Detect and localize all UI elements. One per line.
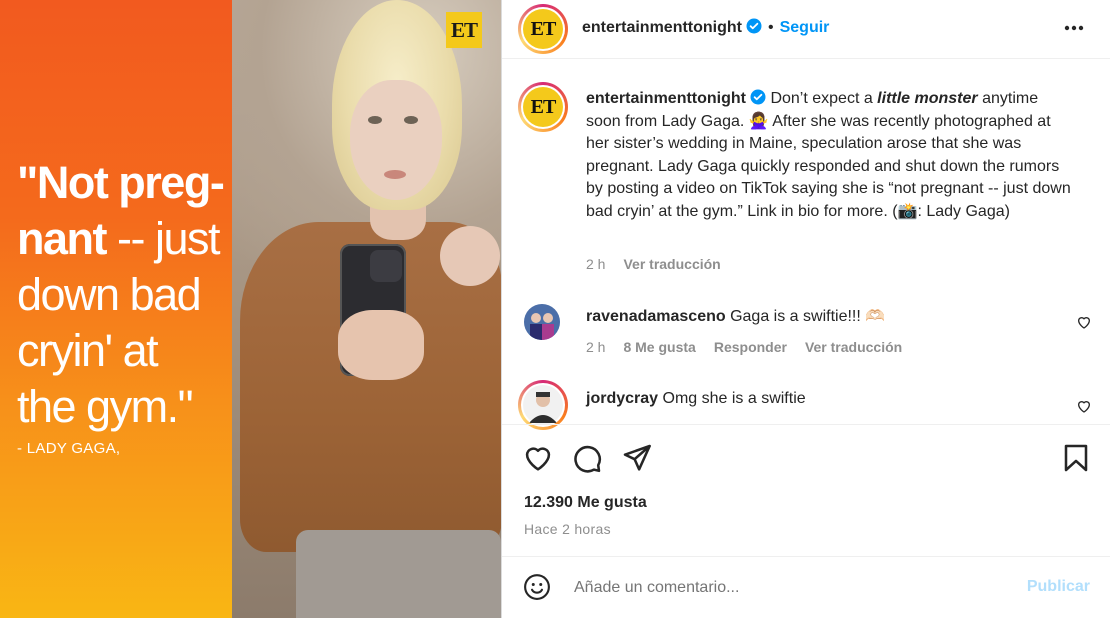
comment-like-heart-icon[interactable] bbox=[1076, 314, 1092, 330]
caption-time[interactable]: 2 h bbox=[586, 256, 605, 272]
comment-item: jordycray Omg she is a swiftie bbox=[586, 390, 806, 408]
publish-button[interactable]: Publicar bbox=[1027, 578, 1090, 596]
comment-icon[interactable] bbox=[571, 442, 603, 474]
photo-face bbox=[350, 80, 442, 200]
quote-attribution: - LADY GAGA, bbox=[17, 440, 121, 457]
comment-username[interactable]: ravenadamasceno bbox=[586, 308, 726, 325]
commenter-avatar-story[interactable] bbox=[518, 380, 568, 430]
photo-hand bbox=[338, 310, 424, 380]
post-timestamp[interactable]: Hace 2 horas bbox=[524, 521, 611, 537]
comment-meta: 2 h 8 Me gusta Responder Ver traducción bbox=[586, 339, 920, 355]
photo-shoulder bbox=[440, 226, 500, 286]
comment-reply-button[interactable]: Responder bbox=[714, 339, 787, 355]
header-separator: • bbox=[768, 19, 774, 36]
comment-text: Gaga is a swiftie!!! 🫶🏻 bbox=[725, 308, 886, 325]
verified-badge-icon bbox=[750, 89, 766, 105]
comment-time[interactable]: 2 h bbox=[586, 339, 605, 355]
author-username[interactable]: entertainmenttonight bbox=[582, 19, 742, 36]
smiley-icon[interactable] bbox=[522, 572, 552, 602]
paper-plane-icon[interactable] bbox=[621, 442, 653, 474]
comment-username[interactable]: jordycray bbox=[586, 390, 658, 407]
photo-shorts bbox=[296, 530, 501, 618]
quote-text: "Not preg- nant -- just down bad cryin' … bbox=[17, 157, 225, 432]
follow-button[interactable]: Seguir bbox=[780, 19, 830, 36]
post-panel: ET entertainmenttonight • Seguir ET entert… bbox=[501, 0, 1110, 618]
post-caption: entertainmenttonight Don’t expect a litt… bbox=[586, 89, 1071, 220]
add-comment-input[interactable] bbox=[572, 578, 1006, 598]
comment-translate-link[interactable]: Ver traducción bbox=[805, 339, 902, 355]
comment-likes[interactable]: 8 Me gusta bbox=[623, 339, 695, 355]
caption-translate-link[interactable]: Ver traducción bbox=[623, 256, 720, 272]
likes-count[interactable]: 12.390 Me gusta bbox=[524, 494, 647, 512]
more-options-icon[interactable] bbox=[1064, 25, 1084, 31]
composer-divider bbox=[502, 556, 1110, 557]
header-divider bbox=[502, 58, 1110, 59]
photo-lips bbox=[384, 170, 406, 179]
heart-icon[interactable] bbox=[522, 442, 554, 474]
bookmark-icon[interactable] bbox=[1060, 442, 1092, 474]
comments-divider bbox=[502, 424, 1110, 425]
caption-meta: 2 h Ver traducción bbox=[586, 256, 739, 272]
comment-like-heart-icon[interactable] bbox=[1076, 398, 1092, 414]
caption-avatar[interactable]: ET bbox=[518, 82, 568, 132]
comment-text: Omg she is a swiftie bbox=[658, 390, 806, 407]
et-logo-badge: ET bbox=[446, 12, 482, 48]
author-avatar[interactable]: ET bbox=[518, 4, 568, 54]
avatar-photo bbox=[524, 304, 560, 340]
verified-badge-icon bbox=[746, 18, 762, 34]
post-header: entertainmenttonight • Seguir bbox=[582, 18, 829, 37]
commenter-avatar[interactable] bbox=[524, 304, 560, 340]
post-image[interactable]: "Not preg- nant -- just down bad cryin' … bbox=[0, 0, 501, 618]
photo-right-eye bbox=[404, 116, 418, 124]
photo-left-eye bbox=[368, 116, 382, 124]
avatar-photo bbox=[523, 385, 563, 425]
caption-username[interactable]: entertainmenttonight bbox=[586, 90, 746, 107]
comment-item: ravenadamasceno Gaga is a swiftie!!! 🫶🏻 bbox=[586, 306, 885, 326]
